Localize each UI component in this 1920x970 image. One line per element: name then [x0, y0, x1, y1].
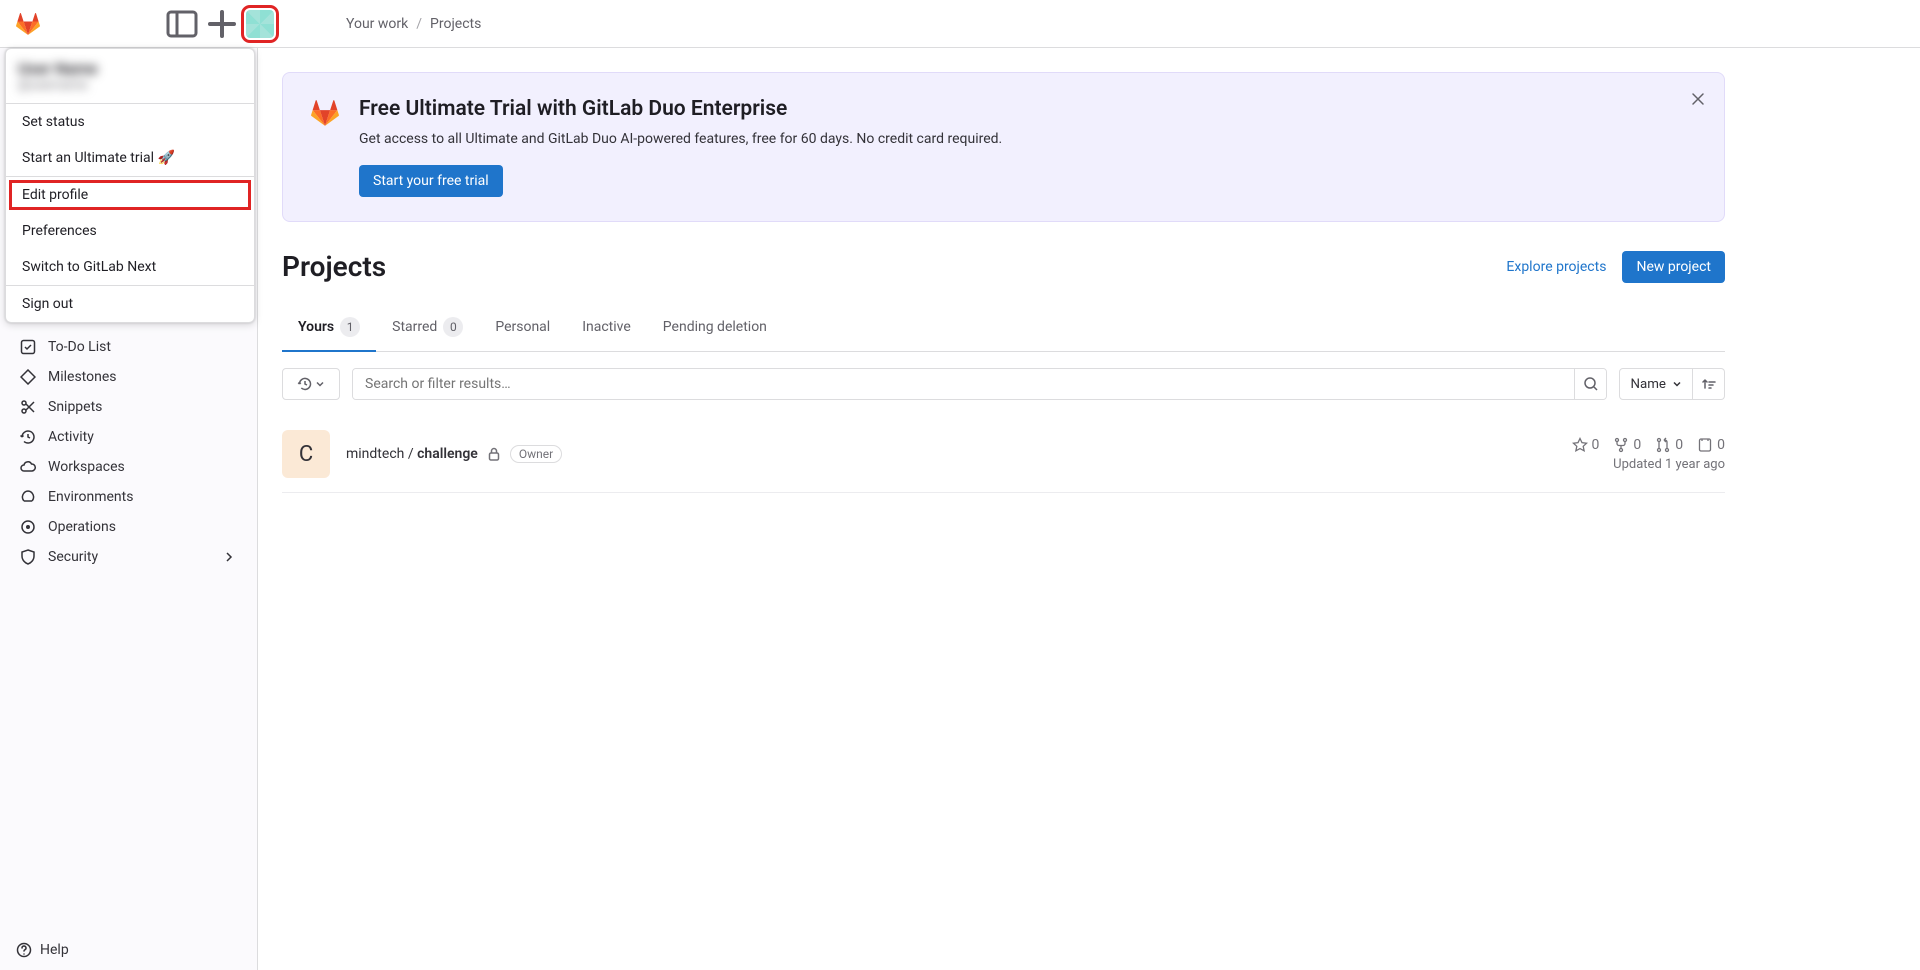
sidebar-item-label: Milestones	[48, 369, 117, 385]
chevron-right-icon	[221, 549, 237, 565]
stat-mrs: 0	[1655, 437, 1683, 453]
role-badge: Owner	[510, 445, 562, 463]
new-project-button[interactable]: New project	[1622, 251, 1725, 283]
project-namespace: mindtech /	[346, 446, 417, 462]
sidebar-item-milestones[interactable]: Milestones	[8, 362, 249, 392]
breadcrumb-current[interactable]: Projects	[430, 16, 481, 32]
diamond-icon	[20, 369, 36, 385]
gitlab-icon	[311, 99, 339, 127]
tab-badge: 1	[340, 317, 360, 337]
tab-yours[interactable]: Yours 1	[282, 303, 376, 351]
sidebar-item-label: Workspaces	[48, 459, 125, 475]
project-tabs: Yours 1 Starred 0 Personal Inactive Pend…	[282, 303, 1725, 352]
sidebar-item-label: Security	[48, 549, 98, 565]
environment-icon	[20, 489, 36, 505]
banner-title: Free Ultimate Trial with GitLab Duo Ente…	[359, 97, 1002, 121]
sidebar-item-label: To-Do List	[48, 339, 111, 355]
create-new-button[interactable]	[206, 8, 238, 40]
search-input[interactable]	[353, 369, 1574, 399]
stat-stars: 0	[1572, 437, 1600, 453]
tab-badge: 0	[443, 317, 463, 337]
toggle-sidebar-button[interactable]	[166, 8, 198, 40]
menu-start-trial[interactable]: Start an Ultimate trial 🚀	[6, 140, 254, 176]
menu-edit-profile[interactable]: Edit profile	[6, 177, 254, 213]
explore-projects-link[interactable]: Explore projects	[1506, 259, 1606, 275]
help-label: Help	[40, 942, 69, 958]
chevron-down-icon	[1672, 376, 1682, 392]
sort-label: Name	[1630, 377, 1666, 392]
tab-personal[interactable]: Personal	[479, 303, 566, 351]
project-row[interactable]: C mindtech / challenge Owner 0 0	[282, 416, 1725, 493]
stat-issues: 0	[1697, 437, 1725, 453]
sort-dropdown[interactable]: Name	[1619, 368, 1693, 400]
sidebar-item-label: Environments	[48, 489, 133, 505]
fork-icon	[1613, 437, 1629, 453]
scissors-icon	[20, 399, 36, 415]
breadcrumb-separator: /	[416, 16, 422, 32]
search-icon	[1583, 376, 1599, 392]
user-menu-dropdown: User Name @username Set status Start an …	[5, 48, 255, 323]
sidebar-item-snippets[interactable]: Snippets	[8, 392, 249, 422]
breadcrumb-root[interactable]: Your work	[346, 16, 408, 32]
shield-icon	[20, 549, 36, 565]
stat-forks: 0	[1613, 437, 1641, 453]
check-square-icon	[20, 339, 36, 355]
sort-ascending-icon	[1701, 376, 1717, 392]
cloud-icon	[20, 459, 36, 475]
issues-icon	[1697, 437, 1713, 453]
menu-sign-out[interactable]: Sign out	[6, 286, 254, 322]
chevron-down-icon	[315, 376, 325, 392]
close-icon	[1690, 91, 1706, 107]
sidebar-item-todo[interactable]: To-Do List	[8, 332, 249, 362]
user-menu-header: User Name @username	[6, 49, 254, 103]
gitlab-logo[interactable]	[16, 12, 40, 36]
history-icon	[297, 376, 313, 392]
tab-label: Starred	[392, 319, 437, 335]
banner-close-button[interactable]	[1686, 87, 1710, 115]
user-menu-handle: @username	[18, 78, 242, 93]
help-icon	[16, 942, 32, 958]
page-title: Projects	[282, 250, 386, 283]
search-history-button[interactable]	[282, 368, 340, 400]
user-menu-name: User Name	[18, 59, 242, 78]
merge-request-icon	[1655, 437, 1671, 453]
project-avatar: C	[282, 430, 330, 478]
sidebar-item-label: Snippets	[48, 399, 102, 415]
tab-pending[interactable]: Pending deletion	[647, 303, 783, 351]
help-button[interactable]: Help	[16, 942, 241, 958]
sidebar-item-operations[interactable]: Operations	[8, 512, 249, 542]
menu-preferences[interactable]: Preferences	[6, 213, 254, 249]
sidebar-item-security[interactable]: Security	[8, 542, 249, 572]
sort-direction-button[interactable]	[1693, 368, 1725, 400]
menu-set-status[interactable]: Set status	[6, 104, 254, 140]
operations-icon	[20, 519, 36, 535]
search-button[interactable]	[1574, 369, 1606, 399]
tab-inactive[interactable]: Inactive	[566, 303, 647, 351]
star-icon	[1572, 437, 1588, 453]
sidebar-item-label: Activity	[48, 429, 94, 445]
project-name: challenge	[417, 446, 478, 462]
sidebar-item-activity[interactable]: Activity	[8, 422, 249, 452]
project-updated: Updated 1 year ago	[1613, 457, 1725, 472]
menu-switch-next[interactable]: Switch to GitLab Next	[6, 249, 254, 285]
tab-starred[interactable]: Starred 0	[376, 303, 479, 351]
sidebar-item-label: Operations	[48, 519, 116, 535]
sidebar-item-environments[interactable]: Environments	[8, 482, 249, 512]
history-icon	[20, 429, 36, 445]
tab-label: Yours	[298, 319, 334, 335]
banner-text: Get access to all Ultimate and GitLab Du…	[359, 131, 1002, 147]
start-trial-button[interactable]: Start your free trial	[359, 165, 503, 197]
breadcrumb: Your work / Projects	[346, 16, 481, 32]
user-avatar[interactable]	[246, 10, 274, 38]
trial-banner: Free Ultimate Trial with GitLab Duo Ente…	[282, 72, 1725, 222]
sidebar-item-workspaces[interactable]: Workspaces	[8, 452, 249, 482]
lock-icon	[486, 446, 502, 462]
